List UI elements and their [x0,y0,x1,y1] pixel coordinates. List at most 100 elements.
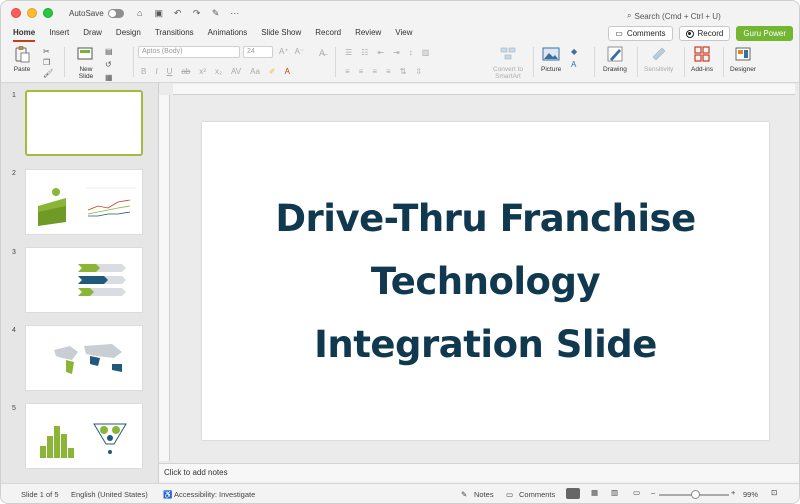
tab-record[interactable]: Record [308,25,348,43]
italic-icon[interactable]: I [155,67,157,76]
fit-to-window-icon[interactable]: ⊡ [771,488,777,497]
tab-view[interactable]: View [388,25,419,43]
zoom-slider-handle[interactable] [691,490,700,499]
slide-position-text: Slide 1 of 5 [21,490,59,499]
shapes-icon[interactable]: ◆ [571,47,577,56]
redo-icon[interactable]: ↷ [191,8,203,19]
normal-view-button[interactable] [566,488,580,499]
undo-icon[interactable]: ↶ [172,8,184,19]
tab-slide-show[interactable]: Slide Show [254,25,308,43]
slide-thumbnail-5[interactable] [25,403,143,469]
slide-sorter-icon[interactable]: ▦ [591,488,598,497]
line-spacing-icon[interactable]: ↕ [409,48,413,57]
text-direction-icon[interactable]: ⇅ [400,67,407,76]
search-box[interactable]: ⌕ Search (Cmd + Ctrl + U) [627,11,721,21]
format-painter-brush-icon[interactable]: 🖌 [43,69,53,78]
close-window-button[interactable] [11,8,21,18]
font-size-select[interactable]: 24 [243,46,273,58]
highlight-icon[interactable]: ✐ [269,67,276,76]
tab-transitions[interactable]: Transitions [148,25,201,43]
bullets-icon[interactable]: ☰ [345,48,352,57]
columns-icon[interactable]: ▥ [422,48,430,57]
align-left-icon[interactable]: ≡ [345,67,350,76]
comments-toggle-button[interactable]: Comments [519,490,555,499]
slide-thumbnail-4[interactable] [25,325,143,391]
slide-thumbnail-3[interactable] [25,247,143,313]
insert-small-tools: ◆ A [571,47,577,69]
subscript-icon[interactable]: x₂ [215,67,222,76]
align-center-icon[interactable]: ≡ [359,67,364,76]
slide-title-textbox[interactable]: Drive-Thru Franchise Technology Integrat… [202,187,769,376]
cut-icon[interactable]: ✂ [43,47,53,56]
home-icon[interactable]: ⌂ [134,8,146,19]
language-text[interactable]: English (United States) [71,490,148,499]
decrease-font-icon[interactable]: A⁻ [295,47,305,56]
text-box-icon[interactable]: A [571,60,577,69]
tab-home[interactable]: Home [6,25,42,43]
justify-icon[interactable]: ≡ [386,67,391,76]
change-case-icon[interactable]: Aa [250,67,260,76]
minimize-window-button[interactable] [27,8,37,18]
slide-title-line: Technology [370,259,601,303]
comments-label: Comments [626,29,666,38]
notes-pane[interactable]: Click to add notes [159,463,799,481]
designer-label: Designer [730,66,757,73]
zoom-level[interactable]: 99% [743,490,758,499]
section-icon[interactable]: ▦ [105,73,113,82]
drawing-button[interactable]: Drawing [603,45,627,73]
reset-icon[interactable]: ↺ [105,60,113,69]
paragraph-align-buttons: ≡ ≡ ≡ ≡ ⇅ ⇳ [345,67,422,76]
more-icon[interactable]: ⋯ [229,8,241,19]
increase-font-icon[interactable]: A⁺ [279,47,289,56]
tab-insert[interactable]: Insert [42,25,76,43]
accessibility-status[interactable]: Accessibility: Investigate [174,490,255,499]
designer-button[interactable]: Designer [730,45,756,73]
window-controls [11,8,53,18]
copy-icon[interactable]: ❐ [43,58,53,67]
tab-design[interactable]: Design [109,25,148,43]
paste-button[interactable]: Paste [13,45,31,73]
character-spacing-icon[interactable]: AV [231,67,241,76]
comments-button[interactable]: ▭ Comments [608,26,673,41]
autosave-control[interactable]: AutoSave [69,8,124,18]
reading-view-icon[interactable]: ▥ [611,488,618,497]
increase-indent-icon[interactable]: ⇥ [393,48,400,57]
decrease-indent-icon[interactable]: ⇤ [377,48,384,57]
slide-thumbnail-1[interactable] [25,90,143,156]
drawing-pen-icon [607,46,623,62]
slide-thumbnail-2[interactable] [25,169,143,235]
new-slide-button[interactable]: New Slide [77,45,95,80]
convert-to-smartart-button[interactable]: Convert to SmartArt [493,45,523,80]
guru-power-button[interactable]: Guru Power [736,26,793,41]
add-ins-button[interactable]: Add-ins [691,45,713,73]
tab-draw[interactable]: Draw [76,25,109,43]
notes-toggle-button[interactable]: Notes [474,490,494,499]
font-name-select[interactable]: Aptos (Body) [138,46,240,58]
zoom-window-button[interactable] [43,8,53,18]
save-icon[interactable]: ▣ [153,8,165,19]
sensitivity-button[interactable]: Sensitivity [644,45,673,73]
layout-icon[interactable]: ▤ [105,47,113,56]
numbering-icon[interactable]: ☷ [361,48,368,57]
tab-animations[interactable]: Animations [201,25,255,43]
record-button[interactable]: Record [678,26,731,41]
underline-icon[interactable]: U [167,67,173,76]
tab-review[interactable]: Review [348,25,388,43]
align-right-icon[interactable]: ≡ [372,67,377,76]
slide-canvas[interactable]: Drive-Thru Franchise Technology Integrat… [202,122,769,440]
horizontal-ruler[interactable] [173,84,795,95]
format-painter-icon[interactable]: ✎ [210,8,222,19]
picture-label: Picture [541,66,562,73]
align-text-icon[interactable]: ⇳ [415,67,422,76]
zoom-out-icon[interactable]: – [651,488,655,497]
strikethrough-icon[interactable]: ab [181,67,190,76]
zoom-in-icon[interactable]: + [731,488,735,497]
bold-icon[interactable]: B [141,67,146,76]
picture-button[interactable]: Picture [541,45,561,73]
autosave-toggle[interactable] [107,8,124,18]
superscript-icon[interactable]: x² [199,67,206,76]
vertical-ruler[interactable] [159,95,170,461]
slideshow-icon[interactable]: ▭ [633,488,640,497]
clear-formatting-icon[interactable]: A̶ [319,48,325,58]
font-color-icon[interactable]: A [285,67,290,76]
